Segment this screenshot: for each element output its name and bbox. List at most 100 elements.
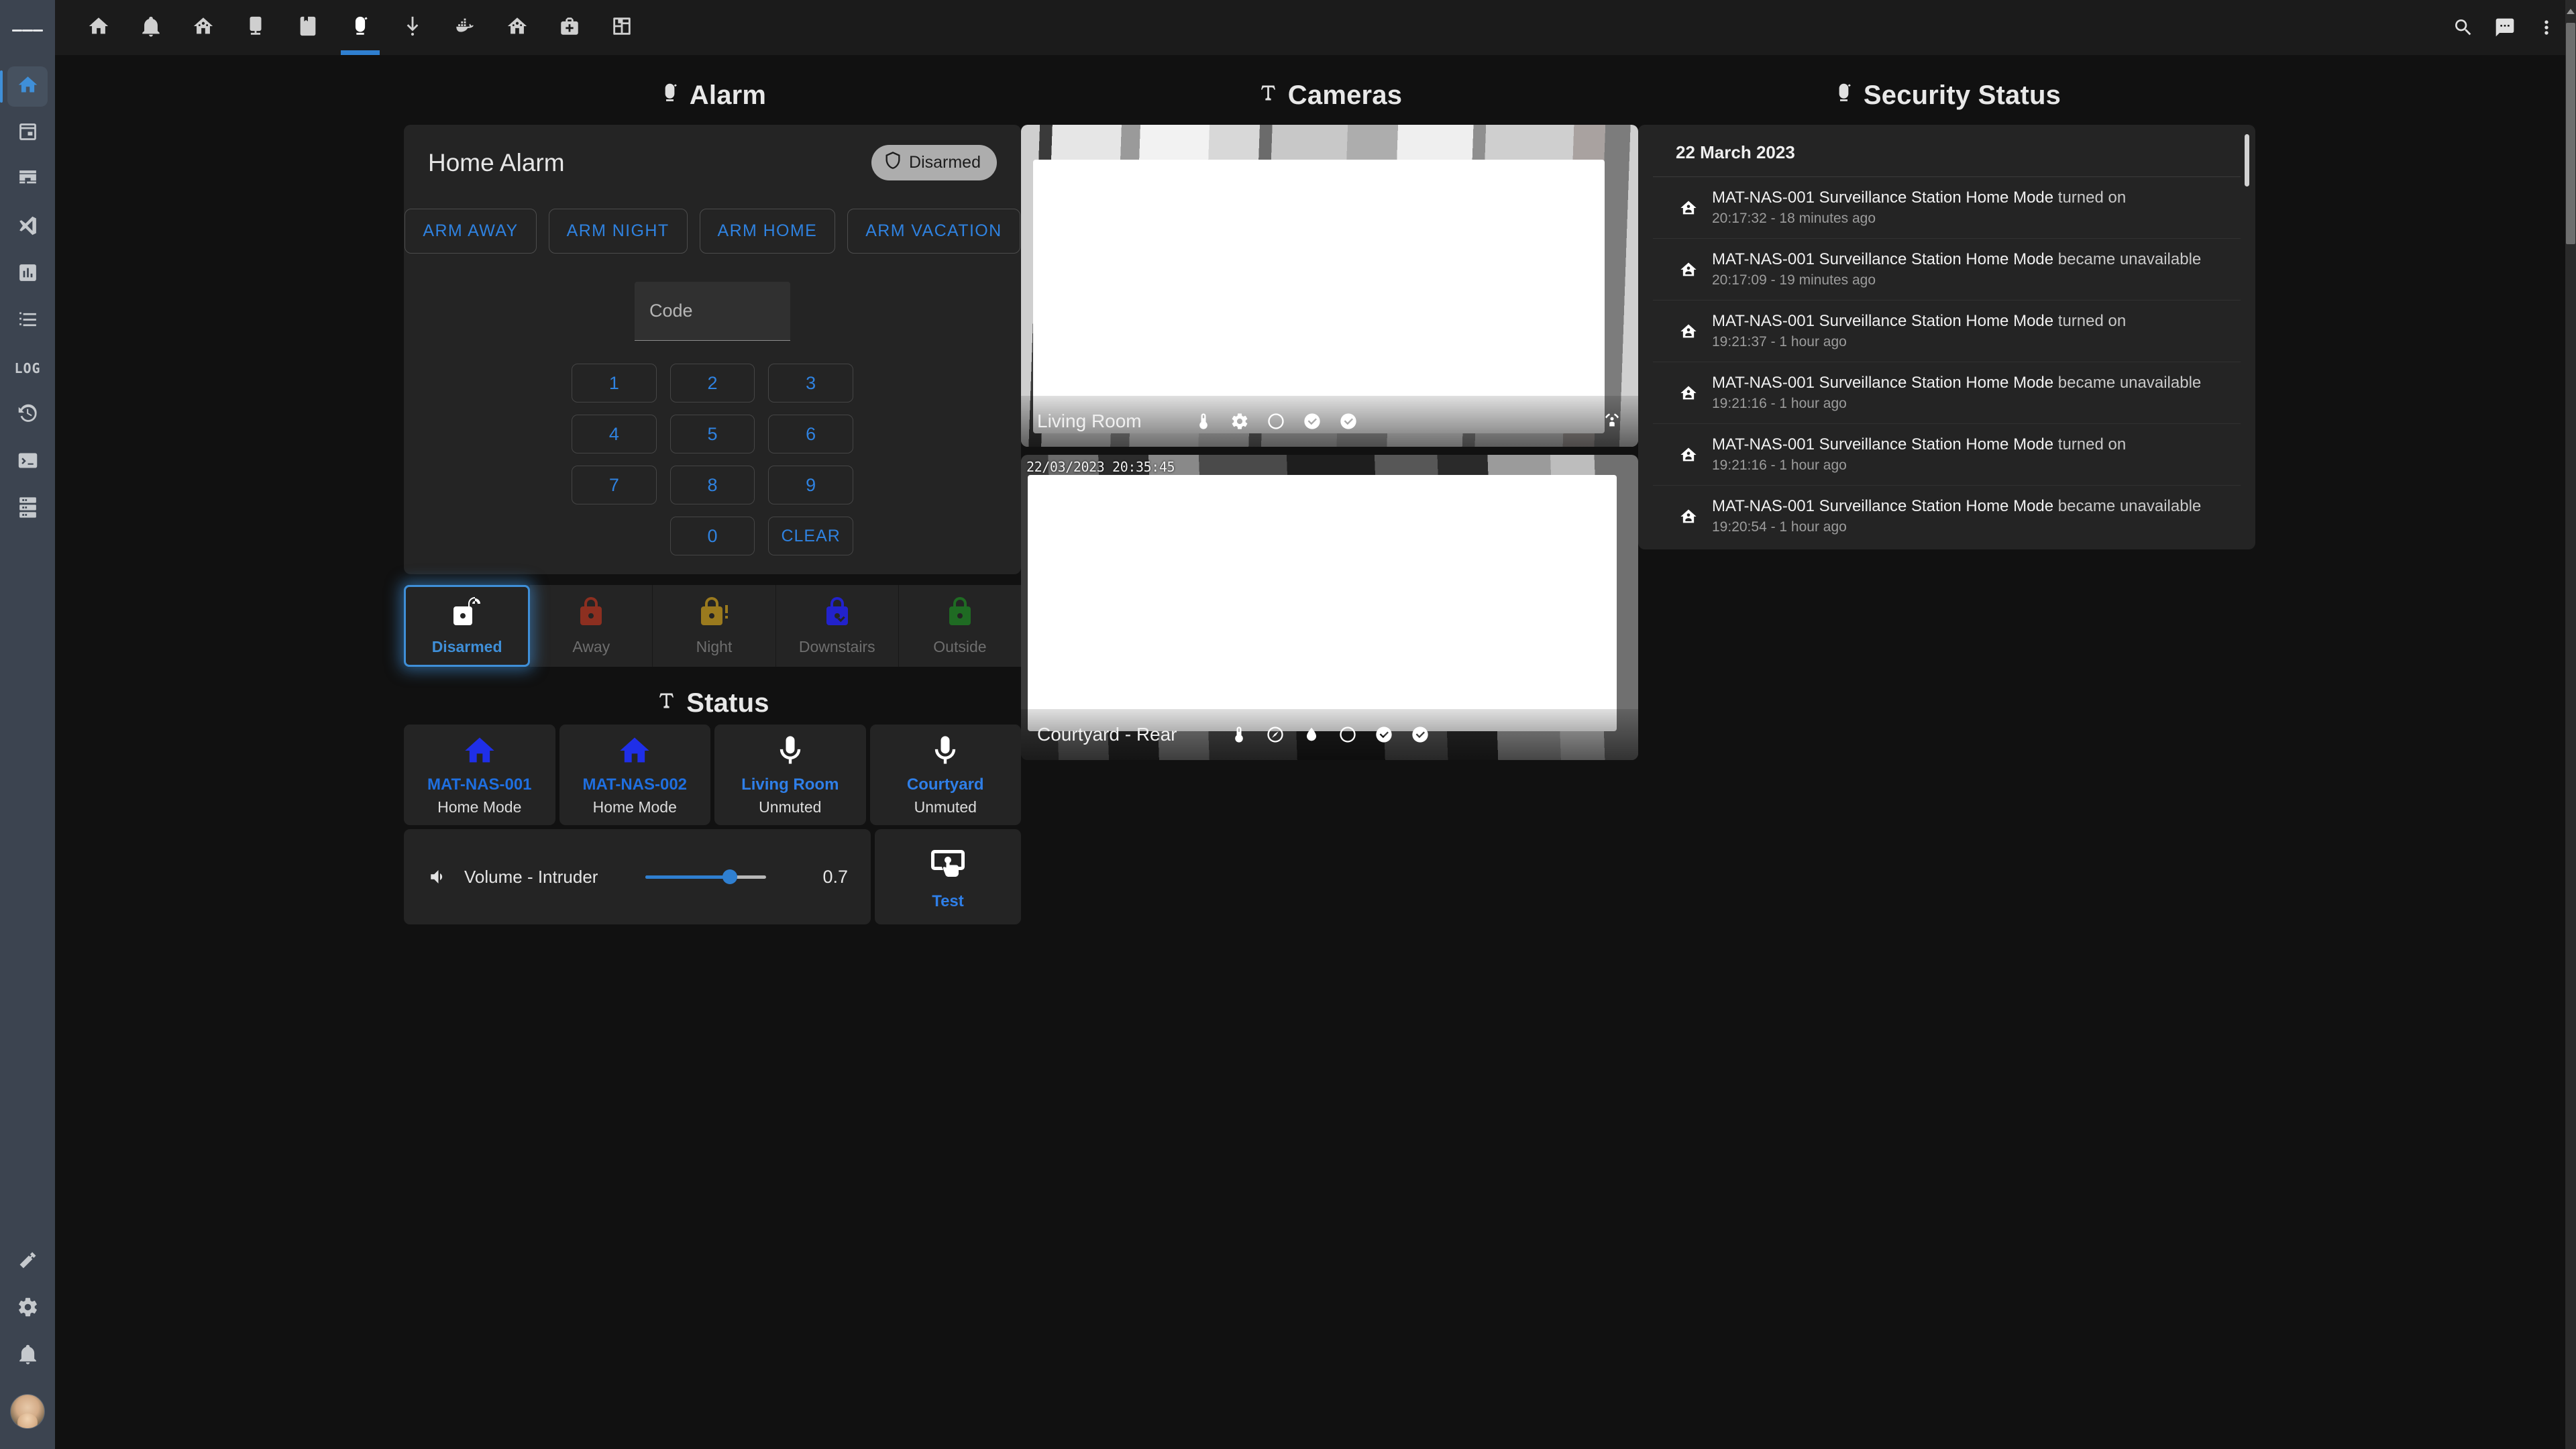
- alarm-mode-label: Night: [696, 638, 733, 655]
- alarm-mode-downstairs[interactable]: Downstairs: [775, 585, 899, 667]
- scroll-up-arrow-icon[interactable]: [2565, 5, 2576, 17]
- sidebar-item-developer-tools[interactable]: [7, 1242, 48, 1282]
- test-button[interactable]: Test: [875, 829, 1021, 924]
- security-log-entry[interactable]: MAT-NAS-001 Surveillance Station Home Mo…: [1653, 424, 2241, 486]
- arm-night-button[interactable]: ARM NIGHT: [548, 209, 688, 254]
- assist-chat-icon[interactable]: [2494, 17, 2516, 38]
- tab-notes[interactable]: [282, 0, 334, 55]
- sidebar-item-vscode[interactable]: [7, 207, 48, 248]
- alarm-mode-outside[interactable]: Outside: [898, 585, 1022, 667]
- security-log-entry[interactable]: MAT-NAS-001 Surveillance Station Home Mo…: [1653, 239, 2241, 301]
- home-icon: [1677, 322, 1700, 341]
- overflow-menu-icon[interactable]: [2536, 17, 2557, 38]
- circle-outline-icon[interactable]: [1338, 725, 1357, 744]
- volume-card: Volume - Intruder 0.7: [404, 829, 871, 924]
- sidebar-item-hacs[interactable]: [7, 160, 48, 201]
- tab-medical[interactable]: [543, 0, 596, 55]
- home-automation-icon: [506, 15, 529, 41]
- sidebar-item-settings[interactable]: [7, 1289, 48, 1329]
- keypad-key-8[interactable]: 8: [669, 466, 755, 504]
- camera-card-living-room[interactable]: Living Room: [1021, 125, 1638, 447]
- camera-controls-bar: Living Room: [1021, 396, 1638, 447]
- security-log-entry[interactable]: MAT-NAS-001 Surveillance Station Home Mo…: [1653, 362, 2241, 424]
- check-circle-icon[interactable]: [1303, 412, 1322, 431]
- arm-away-button[interactable]: ARM AWAY: [405, 209, 537, 254]
- volume-slider[interactable]: [645, 867, 766, 887]
- keypad-key-4[interactable]: 4: [572, 415, 657, 453]
- search-icon[interactable]: [2453, 17, 2474, 38]
- keypad-key-9[interactable]: 9: [768, 466, 853, 504]
- slider-fill: [645, 875, 730, 879]
- keypad-key-3[interactable]: 3: [768, 364, 853, 402]
- keypad-key-6[interactable]: 6: [768, 415, 853, 453]
- hammer-icon: [17, 1249, 39, 1275]
- tab-automation[interactable]: [177, 0, 229, 55]
- keypad-key-5[interactable]: 5: [669, 415, 755, 453]
- hamburger-icon[interactable]: [12, 15, 43, 46]
- keypad-key-2[interactable]: 2: [669, 364, 755, 402]
- gauge-icon[interactable]: [1266, 725, 1285, 744]
- volume-medium-icon[interactable]: [427, 867, 447, 887]
- tab-home[interactable]: [72, 0, 125, 55]
- status-badge[interactable]: Disarmed: [871, 145, 997, 180]
- sidebar-item-server[interactable]: [7, 489, 48, 529]
- status-tile-mat-nas-001[interactable]: MAT-NAS-001 Home Mode: [404, 724, 555, 825]
- sidebar-item-statistics[interactable]: [7, 254, 48, 294]
- status-tile-state: Home Mode: [592, 798, 677, 816]
- security-log-time: 20:17:32 - 18 minutes ago: [1712, 211, 1876, 226]
- keypad-key-0[interactable]: 0: [669, 517, 755, 555]
- status-tile-living-room[interactable]: Living Room Unmuted: [714, 724, 866, 825]
- security-log-text: MAT-NAS-001 Surveillance Station Home Mo…: [1712, 374, 2201, 412]
- security-log-entry[interactable]: MAT-NAS-001 Surveillance Station Home Mo…: [1653, 177, 2241, 239]
- code-input-label: Code: [649, 301, 693, 321]
- tab-tablet[interactable]: [229, 0, 282, 55]
- sidebar-item-log[interactable]: LOG: [7, 348, 48, 388]
- camera-name: Courtyard - Rear: [1037, 724, 1177, 745]
- page-scrollbar[interactable]: [2565, 0, 2576, 1449]
- arm-home-button[interactable]: ARM HOME: [699, 209, 836, 254]
- water-icon[interactable]: [1302, 725, 1321, 744]
- arm-vacation-button[interactable]: ARM VACATION: [847, 209, 1020, 254]
- volume-label: Volume - Intruder: [464, 866, 598, 887]
- gear-icon[interactable]: [1230, 412, 1249, 431]
- sidebar-item-overview[interactable]: [0, 66, 48, 107]
- thermometer-icon[interactable]: [1194, 412, 1213, 431]
- check-circle-icon[interactable]: [1411, 725, 1430, 744]
- security-log-message: MAT-NAS-001 Surveillance Station Home Mo…: [1712, 497, 2202, 515]
- tab-security[interactable]: [334, 0, 386, 55]
- avatar[interactable]: [10, 1394, 45, 1429]
- code-input[interactable]: Code: [635, 282, 790, 341]
- security-log-scrollbar[interactable]: [2245, 134, 2249, 186]
- alarm-mode-disarmed[interactable]: Disarmed: [404, 585, 531, 667]
- check-circle-icon[interactable]: [1339, 412, 1358, 431]
- security-log-entry[interactable]: MAT-NAS-001 Surveillance Station Home Mo…: [1653, 486, 2241, 547]
- motion-sensor-icon[interactable]: [1602, 411, 1622, 431]
- sidebar-item-calendar[interactable]: [7, 113, 48, 154]
- scrollbar-thumb[interactable]: [2566, 23, 2575, 244]
- tab-floorplan[interactable]: [596, 0, 648, 55]
- sidebar-item-notifications[interactable]: [7, 1336, 48, 1376]
- alarm-mode-night[interactable]: Night: [653, 585, 776, 667]
- slider-knob[interactable]: [722, 869, 737, 884]
- tab-downloads[interactable]: [386, 0, 439, 55]
- keypad-key-1[interactable]: 1: [572, 364, 657, 402]
- camera-card-courtyard-rear[interactable]: 22/03/2023 20:35:45 Courtyard - Rear: [1021, 455, 1638, 760]
- circle-outline-icon[interactable]: [1267, 412, 1285, 431]
- thermometer-icon[interactable]: [1230, 725, 1248, 744]
- security-log-entry[interactable]: MAT-NAS-001 Surveillance Station Home Mo…: [1653, 301, 2241, 362]
- tab-alerts[interactable]: [125, 0, 177, 55]
- keypad-key-7[interactable]: 7: [572, 466, 657, 504]
- tab-docker[interactable]: [439, 0, 491, 55]
- security-log-time: 19:20:54 - 1 hour ago: [1712, 519, 1847, 535]
- keypad-key-clear[interactable]: CLEAR: [768, 517, 853, 555]
- status-tile-courtyard[interactable]: Courtyard Unmuted: [869, 724, 1021, 825]
- topbar-actions: [2453, 17, 2557, 38]
- sidebar-item-history[interactable]: [7, 395, 48, 435]
- security-log-date: 22 March 2023: [1653, 125, 2241, 177]
- sidebar-item-terminal[interactable]: [7, 442, 48, 482]
- status-tile-mat-nas-002[interactable]: MAT-NAS-002 Home Mode: [559, 724, 710, 825]
- tab-home-automation-2[interactable]: [491, 0, 543, 55]
- sidebar-item-todo-list[interactable]: [7, 301, 48, 341]
- check-circle-icon[interactable]: [1375, 725, 1393, 744]
- alarm-mode-away[interactable]: Away: [530, 585, 653, 667]
